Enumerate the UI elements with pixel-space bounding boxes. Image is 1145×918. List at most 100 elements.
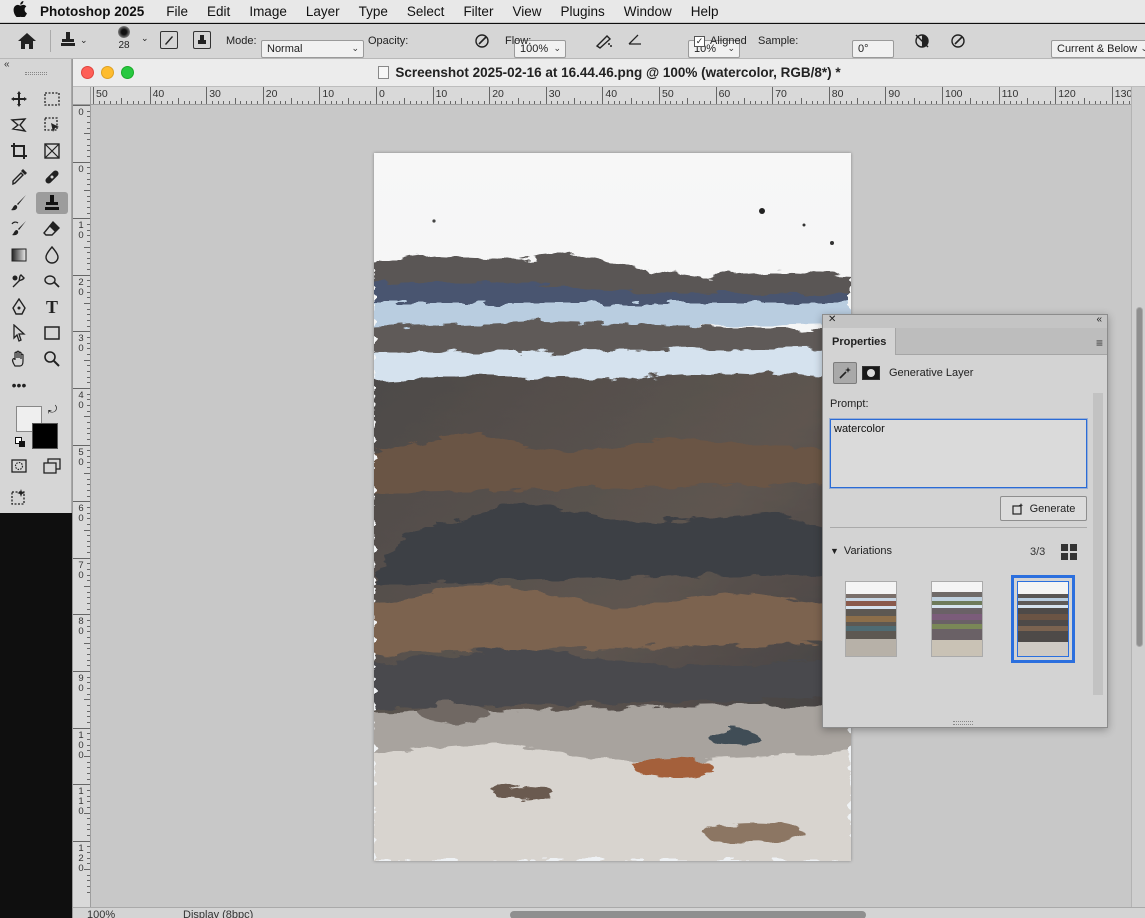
ruler-origin[interactable] — [73, 87, 91, 105]
document-title: Screenshot 2025-02-16 at 16.44.46.png @ … — [378, 65, 841, 80]
menu-select[interactable]: Select — [407, 4, 445, 19]
object-select-tool[interactable] — [40, 114, 64, 136]
generative-fill-button[interactable] — [7, 486, 31, 508]
type-tool[interactable]: T — [40, 296, 64, 318]
vertical-ruler[interactable]: 0 0 10 20 30 40 50 60 70 80 90 100 110 120 — [73, 105, 91, 907]
default-colors-icon[interactable] — [15, 437, 26, 448]
healing-brush-tool[interactable] — [40, 166, 64, 188]
mode-select[interactable]: Normal ⌄ — [261, 40, 364, 58]
ruler-tick — [200, 101, 202, 104]
vertical-scrollbar[interactable] — [1131, 87, 1145, 907]
variations-count: 3/3 — [1030, 546, 1046, 558]
zoom-level[interactable]: 100% — [87, 909, 115, 918]
history-brush-tool[interactable] — [7, 218, 31, 240]
menu-window[interactable]: Window — [624, 4, 672, 19]
vertical-scroll-thumb[interactable] — [1136, 307, 1143, 647]
frame-tool[interactable] — [40, 140, 64, 162]
hand-tool[interactable] — [7, 348, 31, 370]
ruler-tick — [1100, 101, 1102, 104]
menu-type[interactable]: Type — [359, 4, 388, 19]
menu-edit[interactable]: Edit — [207, 4, 230, 19]
variation-thumbnail-2[interactable] — [931, 581, 983, 657]
apple-menu-icon[interactable] — [0, 1, 40, 21]
quick-mask-button[interactable] — [7, 455, 31, 477]
eraser-tool[interactable] — [40, 218, 64, 240]
variation-thumbnail-3[interactable] — [1011, 575, 1075, 663]
angle-field[interactable]: 0° — [852, 40, 894, 58]
aligned-checkbox[interactable]: ✓ Aligned — [694, 35, 747, 47]
panel-scrollbar[interactable] — [1093, 393, 1103, 695]
prompt-input[interactable]: watercolor — [830, 419, 1087, 488]
eyedropper-tool[interactable] — [7, 166, 31, 188]
swap-colors-icon[interactable]: ⤾ — [48, 404, 57, 417]
mask-icon[interactable] — [862, 366, 880, 380]
crop-tool[interactable] — [7, 140, 31, 162]
variations-toggle[interactable]: ▼ Variations — [830, 545, 892, 557]
ruler-tick — [87, 325, 90, 327]
screen-mode-button[interactable] — [40, 455, 64, 477]
pressure-size-button[interactable] — [948, 31, 968, 51]
panel-menu-icon[interactable]: ≡ — [1096, 336, 1103, 350]
brush-settings-button[interactable] — [160, 31, 178, 49]
brush-picker-chevron-icon[interactable]: ⌄ — [141, 33, 149, 44]
close-window-button[interactable] — [81, 66, 94, 79]
app-menu[interactable]: Photoshop 2025 — [40, 4, 144, 19]
panel-tab-row: Properties ≡ — [823, 328, 1107, 355]
collapse-panel-icon[interactable]: « — [1096, 314, 1102, 325]
blur-tool[interactable] — [40, 244, 64, 266]
generate-button[interactable]: Generate — [1000, 496, 1087, 521]
clone-source-button[interactable] — [193, 31, 211, 49]
clone-stamp-tool[interactable] — [36, 192, 68, 214]
dodge-tool[interactable] — [40, 270, 64, 292]
home-button[interactable] — [17, 32, 37, 50]
panel-grip[interactable] — [25, 72, 47, 75]
variation-thumbnail-1[interactable] — [845, 581, 897, 657]
collapse-panel-icon[interactable]: « — [4, 59, 10, 70]
panel-resize-grip[interactable] — [953, 721, 973, 725]
ruler-tick — [245, 101, 247, 104]
menu-filter[interactable]: Filter — [463, 4, 493, 19]
close-icon[interactable]: ✕ — [828, 314, 836, 325]
layer-type-label: Generative Layer — [889, 367, 974, 379]
brush-size-picker[interactable]: 28 — [106, 26, 142, 51]
sample-select[interactable]: Current & Below ⌄ — [1051, 40, 1145, 58]
gradient-tool[interactable] — [7, 244, 31, 266]
horizontal-scroll-thumb[interactable] — [510, 911, 866, 918]
airbrush-button[interactable] — [594, 31, 614, 51]
document-info[interactable]: Display (8bpc) — [183, 909, 253, 918]
tab-properties[interactable]: Properties — [823, 328, 896, 355]
move-tool[interactable] — [7, 88, 31, 110]
ruler-tick — [87, 201, 90, 203]
menu-plugins[interactable]: Plugins — [560, 4, 604, 19]
opacity-pressure-button[interactable] — [472, 31, 492, 51]
options-bar: ⌄ 28 ⌄ Mode: Normal ⌄ Opacity: 100% ⌄ Fl… — [0, 24, 1145, 59]
marquee-tool[interactable] — [40, 88, 64, 110]
rectangle-tool[interactable] — [40, 322, 64, 344]
ruler-tick — [925, 101, 927, 104]
ruler-tick — [87, 286, 90, 288]
maximize-window-button[interactable] — [121, 66, 134, 79]
more-tools-button[interactable]: ••• — [7, 374, 31, 396]
background-color-swatch[interactable] — [32, 423, 58, 449]
menu-help[interactable]: Help — [691, 4, 719, 19]
path-select-tool[interactable] — [7, 322, 31, 344]
lasso-tool[interactable] — [7, 114, 31, 136]
smudge-tool[interactable] — [7, 270, 31, 292]
menu-view[interactable]: View — [512, 4, 541, 19]
ignore-adjustment-layers-button[interactable] — [912, 31, 932, 51]
ruler-tick — [353, 101, 355, 104]
pen-tool[interactable] — [7, 296, 31, 318]
minimize-window-button[interactable] — [101, 66, 114, 79]
ruler-tick — [87, 450, 90, 452]
ruler-tick — [392, 101, 394, 104]
ruler-tick — [87, 693, 90, 695]
grid-view-icon[interactable] — [1061, 544, 1077, 560]
menu-file[interactable]: File — [166, 4, 188, 19]
zoom-tool[interactable] — [40, 348, 64, 370]
generative-layer-button[interactable] — [833, 362, 857, 384]
tool-preset-picker[interactable]: ⌄ — [58, 31, 88, 49]
menu-image[interactable]: Image — [249, 4, 287, 19]
horizontal-ruler[interactable]: 50 40 30 20 10 0 10 20 30 40 50 60 70 80 90 100 110 120 13… — [91, 87, 1131, 105]
brush-tool[interactable] — [7, 192, 31, 214]
menu-layer[interactable]: Layer — [306, 4, 340, 19]
